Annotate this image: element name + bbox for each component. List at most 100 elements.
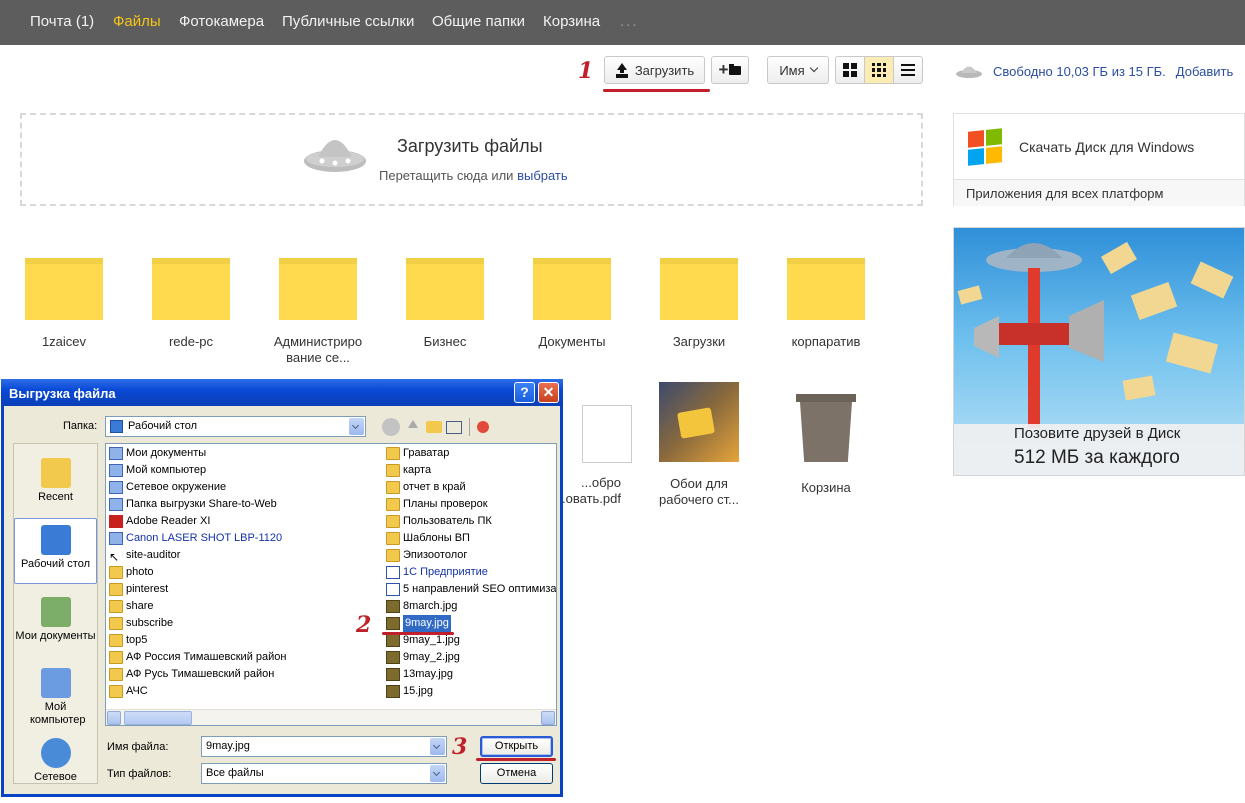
- nav-more[interactable]: ...: [620, 13, 639, 30]
- file-list-item[interactable]: 1С Предприятие: [386, 564, 488, 581]
- nav-mail[interactable]: Почта (1): [30, 13, 94, 30]
- file-list-item[interactable]: Сетевое окружение: [109, 479, 226, 496]
- file-list-item[interactable]: subscribe: [109, 615, 173, 632]
- scroll-thumb[interactable]: [124, 711, 192, 725]
- download-windows-link[interactable]: Скачать Диск для Windows: [954, 114, 1244, 179]
- file-list-item[interactable]: 8march.jpg: [386, 598, 457, 615]
- file-list-item[interactable]: Планы проверок: [386, 496, 488, 513]
- file-list-item-name: 1С Предприятие: [403, 566, 488, 578]
- nav-public-links[interactable]: Публичные ссылки: [282, 13, 414, 30]
- filename-label: Имя файла:: [107, 741, 169, 753]
- nav-shared-folders[interactable]: Общие папки: [432, 13, 525, 30]
- invite-friends-banner[interactable]: Позовите друзей в Диск 512 МБ за каждого: [953, 227, 1245, 476]
- filename-value: 9may.jpg: [206, 740, 250, 752]
- file-list-item[interactable]: отчет в край: [386, 479, 466, 496]
- wallpaper-thumbnail: [659, 382, 739, 462]
- file-list-item[interactable]: Canon LASER SHOT LBP-1120: [109, 530, 282, 547]
- chevron-down-icon[interactable]: [349, 418, 364, 435]
- filename-field[interactable]: 9may.jpg: [201, 736, 447, 757]
- file-list-item[interactable]: Adobe Reader XI: [109, 513, 210, 530]
- tools-icon[interactable]: [477, 421, 489, 433]
- new-folder-icon[interactable]: [426, 421, 442, 433]
- scroll-left-icon[interactable]: [107, 711, 121, 725]
- add-space-link[interactable]: Добавить: [1176, 64, 1233, 79]
- folder-item[interactable]: корпаратив: [766, 258, 886, 350]
- horizontal-scrollbar[interactable]: [106, 709, 556, 725]
- open-button[interactable]: Открыть: [480, 736, 553, 757]
- view-small-icons-button[interactable]: [865, 57, 894, 83]
- file-list-item[interactable]: карта: [386, 462, 431, 479]
- dialog-title: Выгрузка файла: [1, 379, 563, 406]
- plus-icon: +: [718, 60, 729, 79]
- folder-item[interactable]: Администрирование се...: [258, 258, 378, 366]
- all-platforms-link[interactable]: Приложения для всех платформ: [954, 179, 1244, 206]
- file-list-item-selected[interactable]: 9may.jpg: [386, 615, 451, 632]
- desktop-icon: [110, 420, 123, 433]
- chevron-down-icon[interactable]: [430, 765, 445, 782]
- folder-item[interactable]: Документы: [512, 258, 632, 350]
- view-menu-icon[interactable]: [446, 420, 462, 434]
- trash-item[interactable]: Корзина: [766, 386, 886, 496]
- file-list-item-name: АЧС: [126, 685, 148, 697]
- upload-button[interactable]: Загрузить: [604, 56, 705, 84]
- promo-line2: 512 МБ за каждого: [1014, 447, 1180, 468]
- file-list-item[interactable]: photo: [109, 564, 154, 581]
- file-list-item[interactable]: Пользователь ПК: [386, 513, 492, 530]
- place-desktop[interactable]: Рабочий стол: [14, 518, 97, 584]
- help-button[interactable]: ?: [514, 382, 535, 403]
- nav-files[interactable]: Файлы: [113, 13, 161, 30]
- cancel-button[interactable]: Отмена: [480, 763, 553, 784]
- file-list-item[interactable]: Мои документы: [109, 445, 206, 462]
- folder-combo[interactable]: Рабочий стол: [105, 416, 366, 437]
- folder-file-icon: [386, 481, 400, 494]
- view-large-icons-button[interactable]: [836, 57, 865, 83]
- view-list-button[interactable]: [894, 57, 922, 83]
- file-list-item[interactable]: Граватар: [386, 445, 449, 462]
- chevron-down-icon[interactable]: [430, 738, 445, 755]
- back-icon[interactable]: [382, 418, 400, 436]
- folder-item[interactable]: Загрузки: [639, 258, 759, 350]
- file-list-item[interactable]: АЧС: [109, 683, 148, 700]
- file-list-item[interactable]: 13may.jpg: [386, 666, 453, 683]
- file-list-item[interactable]: 15.jpg: [386, 683, 433, 700]
- download-windows-label: Скачать Диск для Windows: [1019, 138, 1195, 155]
- promo-illustration: [957, 241, 1234, 428]
- sort-dropdown[interactable]: Имя: [767, 56, 829, 84]
- new-folder-button[interactable]: +: [711, 56, 749, 84]
- folder-file-icon: [109, 634, 123, 647]
- doc-file-icon: [386, 583, 400, 596]
- file-list-item[interactable]: Шаблоны ВП: [386, 530, 470, 547]
- place-label: Рабочий стол: [20, 558, 91, 570]
- place-network[interactable]: Сетевое: [14, 732, 97, 798]
- place-my-computer[interactable]: Мой компьютер: [14, 662, 97, 728]
- file-list-item[interactable]: АФ Россия Тимашевский район: [109, 649, 286, 666]
- nav-trash[interactable]: Корзина: [543, 13, 600, 30]
- close-button[interactable]: ✕: [538, 382, 559, 403]
- place-my-documents[interactable]: Мои документы: [14, 591, 97, 657]
- file-list-item[interactable]: pinterest: [109, 581, 168, 598]
- file-list-item[interactable]: share: [109, 598, 154, 615]
- file-list-item-name: Папка выгрузки Share-to-Web: [126, 498, 277, 510]
- file-list-item[interactable]: 5 направлений SEO оптимиза: [386, 581, 556, 598]
- nav-camera[interactable]: Фотокамера: [179, 13, 264, 30]
- file-list-item[interactable]: site-auditor: [109, 547, 180, 564]
- file-list-item[interactable]: Мой компьютер: [109, 462, 206, 479]
- choose-files-link[interactable]: выбрать: [517, 168, 568, 183]
- file-list-item[interactable]: top5: [109, 632, 147, 649]
- place-recent[interactable]: Recent: [14, 452, 97, 518]
- filetype-select[interactable]: Все файлы: [201, 763, 447, 784]
- file-list-item-name: Шаблоны ВП: [403, 532, 470, 544]
- scroll-right-icon[interactable]: [541, 711, 555, 725]
- file-list-item[interactable]: АФ Русь Тимашевский район: [109, 666, 274, 683]
- upload-dropzone[interactable]: Загрузить файлы Перетащить сюда или выбр…: [20, 113, 923, 206]
- folder-item[interactable]: Бизнес: [385, 258, 505, 350]
- folder-file-icon: [386, 498, 400, 511]
- file-item[interactable]: Обои для рабочего ст...: [639, 382, 759, 508]
- up-folder-icon[interactable]: [404, 418, 422, 436]
- folder-item[interactable]: rede-pc: [131, 258, 251, 350]
- annotation-underline-3: [476, 758, 556, 761]
- folder-item[interactable]: 1zaicev: [4, 258, 124, 350]
- file-list-item[interactable]: 9may_2.jpg: [386, 649, 460, 666]
- file-list-item[interactable]: Эпизоотолог: [386, 547, 467, 564]
- file-list-item[interactable]: Папка выгрузки Share-to-Web: [109, 496, 277, 513]
